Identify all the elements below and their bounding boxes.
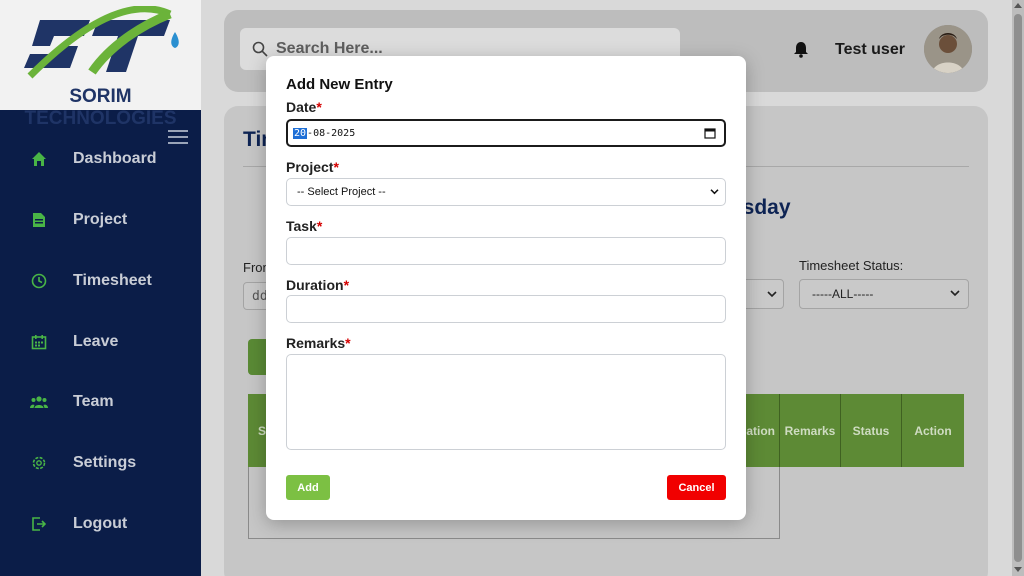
date-label: Date* [286,99,322,115]
duration-input[interactable] [286,295,726,323]
remarks-textarea[interactable] [286,354,726,450]
add-entry-modal: Add New Entry Date* 20 -08-2025 Project* … [266,56,746,520]
cancel-button[interactable]: Cancel [667,475,726,500]
remarks-label: Remarks* [286,335,351,351]
project-label: Project* [286,159,339,175]
add-button[interactable]: Add [286,475,330,500]
scroll-thumb[interactable] [1014,14,1022,562]
task-label: Task* [286,218,323,234]
project-select[interactable]: -- Select Project -- [286,178,726,206]
modal-title: Add New Entry [286,76,393,93]
date-field[interactable]: 20 -08-2025 [286,119,726,147]
project-select-value: -- Select Project -- [297,186,386,198]
scroll-up-icon[interactable] [1014,3,1022,8]
scrollbar[interactable] [1012,0,1024,576]
date-rest-segment: -08-2025 [307,127,356,139]
calendar-icon[interactable] [704,127,716,139]
chevron-down-icon [710,189,719,195]
scroll-down-icon[interactable] [1014,567,1022,572]
date-day-segment: 20 [293,127,308,139]
task-input[interactable] [286,237,726,265]
duration-label: Duration* [286,277,350,293]
